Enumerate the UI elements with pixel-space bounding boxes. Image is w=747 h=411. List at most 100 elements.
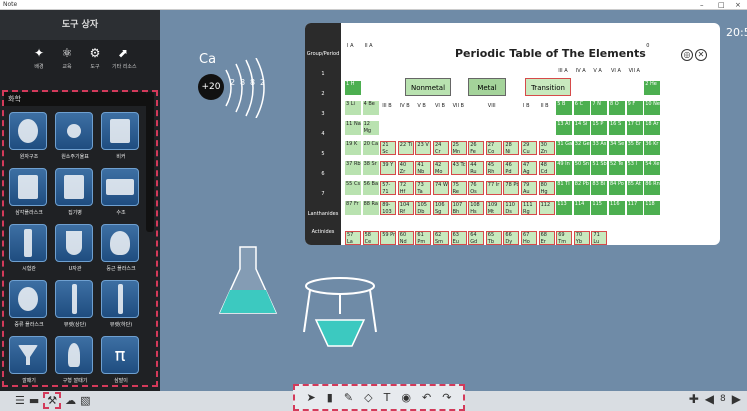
close-button[interactable]: × xyxy=(735,0,741,10)
element-cell[interactable]: 42 Mo xyxy=(433,161,449,175)
item-round-flask[interactable]: 둥근 플라스크 xyxy=(101,224,141,272)
element-cell[interactable]: 104 Rf xyxy=(397,201,414,215)
element-cell[interactable]: 29 Cu xyxy=(521,141,537,155)
menu-icon[interactable]: ☰ xyxy=(15,394,25,407)
element-cell[interactable]: 19 K xyxy=(345,141,361,155)
element-cell[interactable]: 25 Mn xyxy=(450,141,467,155)
element-cell[interactable]: 54 Xe xyxy=(644,161,661,175)
close-circle-icon[interactable]: ✕ xyxy=(695,49,707,61)
text-icon[interactable]: T xyxy=(384,391,391,404)
minimize-button[interactable]: – xyxy=(700,0,704,10)
element-cell[interactable]: 60 Nd xyxy=(397,231,414,245)
element-cell[interactable]: 111 Rg xyxy=(521,201,537,215)
element-cell[interactable]: 73 Ta xyxy=(415,181,432,195)
element-cell[interactable]: 5 B xyxy=(556,101,573,115)
element-cell[interactable]: 87 Fr xyxy=(345,201,361,215)
element-cell[interactable]: 31 Ga xyxy=(556,141,573,155)
element-cell[interactable]: 76 Os xyxy=(468,181,485,195)
element-cell[interactable]: 75 Re xyxy=(450,181,467,195)
cloud-icon[interactable]: ☁ xyxy=(65,394,76,407)
element-cell[interactable]: 83 Bi xyxy=(591,181,608,195)
element-cell[interactable]: 37 Rb xyxy=(345,161,361,175)
element-cell[interactable]: 112 xyxy=(538,201,555,215)
erlenmeyer-flask-object[interactable] xyxy=(218,245,278,315)
periodic-table-panel[interactable]: Group/Period 1 2 3 4 5 6 7 Lanthanides A… xyxy=(305,23,720,245)
element-cell[interactable]: 74 W xyxy=(433,181,449,195)
item-atom-structure[interactable]: 원자구조 xyxy=(9,112,49,160)
element-cell[interactable]: 80 Hg xyxy=(538,181,555,195)
item-erlenmeyer-flask[interactable]: 삼각플라스크 xyxy=(9,168,49,216)
element-cell[interactable]: 28 Ni xyxy=(503,141,520,155)
item-distillation-flask[interactable]: 증류 플라스크 xyxy=(9,280,49,328)
element-cell[interactable]: 6 C xyxy=(573,101,590,115)
element-cell[interactable]: 48 Cd xyxy=(538,161,555,175)
element-cell[interactable]: 59 Pr xyxy=(380,231,397,245)
element-cell[interactable]: 56 Ba xyxy=(362,181,379,195)
element-cell[interactable]: 30 Zn xyxy=(538,141,555,155)
element-cell[interactable]: 47 Ag xyxy=(521,161,537,175)
next-page-icon[interactable]: ▶ xyxy=(732,392,741,406)
undo-icon[interactable]: ↶ xyxy=(422,391,431,404)
element-cell[interactable]: 66 Dy xyxy=(503,231,520,245)
element-cell[interactable]: 1 H xyxy=(345,81,361,95)
element-cell[interactable]: 35 Br xyxy=(626,141,643,155)
element-cell[interactable]: 18 Ar xyxy=(644,121,661,135)
element-cell[interactable]: 79 Au xyxy=(521,181,537,195)
item-beaker[interactable]: 비커 xyxy=(101,112,141,160)
element-cell[interactable]: 69 Tm xyxy=(556,231,573,245)
item-burette-bottom[interactable]: 뷰렛(하단) xyxy=(101,280,141,328)
element-cell[interactable]: 88 Ra xyxy=(362,201,379,215)
element-cell[interactable]: 22 Ti xyxy=(397,141,414,155)
element-cell[interactable]: 26 Fe xyxy=(468,141,485,155)
element-cell[interactable]: 109 Mt xyxy=(485,201,502,215)
element-cell[interactable]: 36 Kr xyxy=(644,141,661,155)
item-water-tank[interactable]: 수조 xyxy=(101,168,141,216)
element-cell[interactable]: 71 Lu xyxy=(591,231,608,245)
screen-icon[interactable]: ▬ xyxy=(29,394,39,407)
element-cell[interactable]: 67 Ho xyxy=(521,231,537,245)
element-cell[interactable]: 44 Ru xyxy=(468,161,485,175)
element-cell[interactable]: 77 Ir xyxy=(485,181,502,195)
element-cell[interactable]: 62 Sm xyxy=(433,231,449,245)
element-cell[interactable]: 64 Gd xyxy=(468,231,485,245)
element-cell[interactable]: 17 Cl xyxy=(626,121,643,135)
category-other-resources[interactable]: ⬈ 기타 리소스 xyxy=(112,45,137,70)
eraser-icon[interactable]: ◇ xyxy=(364,391,372,404)
element-cell[interactable]: 9 F xyxy=(626,101,643,115)
element-cell[interactable]: 86 Rn xyxy=(644,181,661,195)
element-cell[interactable]: 13 Al xyxy=(556,121,573,135)
item-tripod[interactable]: π 삼발이 xyxy=(101,336,141,384)
image-icon[interactable]: ▧ xyxy=(80,394,90,407)
tripod-burner-object[interactable] xyxy=(300,272,380,352)
element-cell[interactable]: 15 P xyxy=(591,121,608,135)
element-cell[interactable]: 34 Se xyxy=(609,141,625,155)
pen-icon[interactable]: ✎ xyxy=(344,391,353,404)
element-cell[interactable]: 52 Te xyxy=(609,161,625,175)
element-cell[interactable]: 43 Tc xyxy=(450,161,467,175)
element-cell[interactable]: 106 Sg xyxy=(433,201,449,215)
item-gas-jar[interactable]: 집기병 xyxy=(55,168,95,216)
atom-nucleus[interactable]: +20 xyxy=(198,74,224,100)
element-cell[interactable]: 10 Ne xyxy=(644,101,661,115)
element-cell[interactable]: 63 Eu xyxy=(450,231,467,245)
element-cell[interactable]: 110 Ds xyxy=(503,201,520,215)
category-tools[interactable]: ⚙ 도구 xyxy=(84,45,106,70)
element-cell[interactable]: 117 xyxy=(626,201,643,215)
element-cell[interactable]: 4 Be xyxy=(362,101,379,115)
category-background[interactable]: ✦ 배경 xyxy=(28,45,50,70)
element-cell[interactable]: 41 Nb xyxy=(415,161,432,175)
element-cell[interactable]: 16 S xyxy=(609,121,625,135)
element-cell[interactable]: 55 Cs xyxy=(345,181,361,195)
element-cell[interactable]: 51 Sb xyxy=(591,161,608,175)
element-cell[interactable]: 78 Pt xyxy=(503,181,520,195)
element-cell[interactable]: 116 xyxy=(609,201,625,215)
element-cell[interactable]: 24 Cr xyxy=(433,141,449,155)
element-cell[interactable]: 89-103 xyxy=(380,201,397,215)
element-cell[interactable]: 27 Co xyxy=(485,141,502,155)
element-cell[interactable]: 72 Hf xyxy=(397,181,414,195)
element-cell[interactable]: 57 La xyxy=(345,231,361,245)
element-cell[interactable]: 45 Rh xyxy=(485,161,502,175)
element-cell[interactable]: 38 Sr xyxy=(362,161,379,175)
element-cell[interactable]: 53 I xyxy=(626,161,643,175)
audio-icon[interactable]: ◉ xyxy=(401,391,411,404)
